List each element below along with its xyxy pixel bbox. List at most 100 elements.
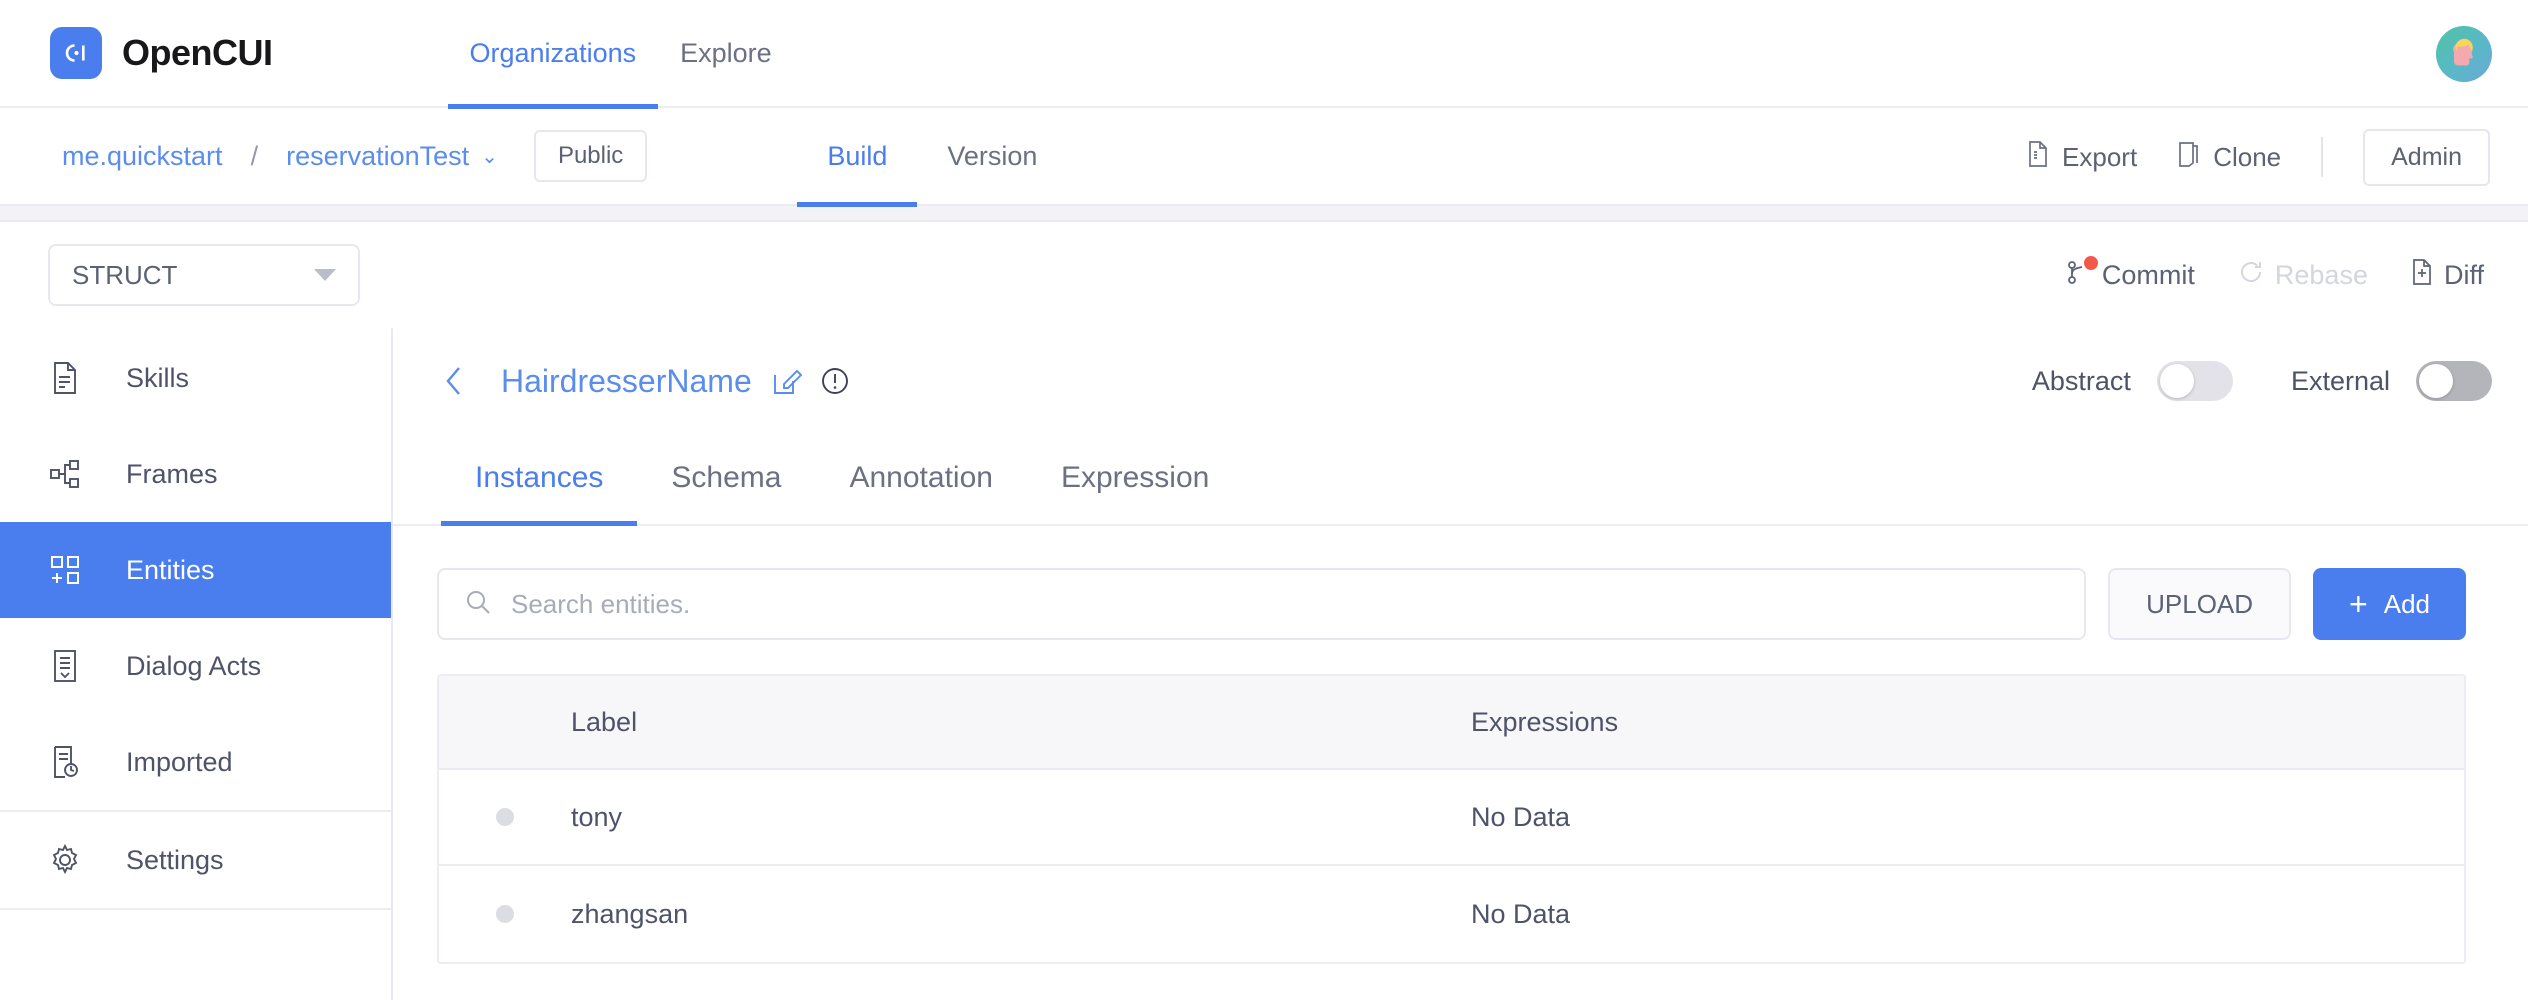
chevron-left-icon[interactable] [441,364,467,398]
sidebar-item-label: Skills [126,363,189,394]
row-expressions: No Data [1471,802,2464,833]
row-expressions: No Data [1471,899,2464,930]
divider [2321,137,2323,177]
tab-explore[interactable]: Explore [658,0,794,107]
brand[interactable]: OpenCUI [50,27,273,79]
commit-button[interactable]: Commit [2066,258,2195,293]
toggle-knob [2419,364,2453,398]
entity-title[interactable]: HairdresserName [501,363,752,400]
table-row[interactable]: tony No Data [439,770,2464,866]
sidebar-item-label: Imported [126,747,233,778]
row-marker [439,808,571,826]
tab-expression[interactable]: Expression [1027,432,1243,524]
entity-subtabs: Instances Schema Annotation Expression [393,434,2528,526]
document-icon [46,359,84,397]
tab-build[interactable]: Build [797,107,917,205]
sidebar-item-dialog-acts[interactable]: Dialog Acts [0,618,391,714]
commit-badge-dot [2084,256,2098,270]
main-body: Skills Frames [0,328,2528,1000]
sidebar-divider [0,908,391,910]
instances-toolbar: UPLOAD + Add [393,526,2528,640]
sidebar-item-settings[interactable]: Settings [0,812,391,908]
tab-instances[interactable]: Instances [441,432,637,524]
plus-icon: + [2349,588,2368,620]
rebase-label: Rebase [2275,260,2368,291]
tab-schema[interactable]: Schema [637,432,815,524]
table-header-row: Label Expressions [439,676,2464,770]
status-dot-icon [496,905,514,923]
row-label: zhangsan [571,899,1471,930]
sitemap-icon [46,455,84,493]
opencui-logo-icon [50,27,102,79]
admin-button[interactable]: Admin [2363,129,2490,186]
table-header-label: Label [571,707,1471,738]
breadcrumb-project-link[interactable]: reservationTest [286,141,469,172]
toggle-abstract-group: Abstract [2032,361,2233,401]
toggle-external-label: External [2291,366,2390,397]
status-dot-icon [496,808,514,826]
grid-plus-icon [46,551,84,589]
clone-label: Clone [2213,142,2281,173]
sidebar-item-skills[interactable]: Skills [0,330,391,426]
sidebar-item-label: Dialog Acts [126,651,261,682]
copy-icon [2177,140,2201,175]
chevron-down-icon [314,269,336,281]
exclamation-circle-icon[interactable] [820,366,850,396]
imported-icon [46,743,84,781]
avatar[interactable] [2436,26,2492,82]
entity-header: HairdresserName Abstract [393,328,2528,434]
toggle-external[interactable] [2416,361,2492,401]
search-input[interactable] [511,589,2058,620]
rebase-button: Rebase [2237,258,2368,293]
tab-organizations[interactable]: Organizations [448,0,659,107]
entity-toggles: Abstract External [1974,328,2492,434]
breadcrumb-bar: me.quickstart / reservationTest ⌄ Public… [0,108,2528,206]
search-box[interactable] [437,568,2086,640]
visibility-badge[interactable]: Public [534,130,647,182]
toggle-abstract[interactable] [2157,361,2233,401]
top-nav-tabs: Organizations Explore [448,0,794,107]
sidebar-item-imported[interactable]: Imported [0,714,391,810]
refresh-icon [2237,258,2265,293]
toggle-knob [2160,364,2194,398]
sidebar-item-label: Frames [126,459,218,490]
add-label: Add [2384,589,2430,620]
brand-name: OpenCUI [122,32,273,74]
section-strip [0,206,2528,222]
app-root: OpenCUI Organizations Explore me.quickst… [0,0,2528,1000]
breadcrumb-org-link[interactable]: me.quickstart [62,141,223,172]
toggle-abstract-label: Abstract [2032,366,2131,397]
project-tabs: Build Version [797,107,1067,205]
struct-select-value: STRUCT [72,260,177,291]
toolbar-actions: Commit Rebase Diff [2024,222,2484,328]
gear-icon [46,841,84,879]
diff-button[interactable]: Diff [2410,258,2484,293]
toggle-external-group: External [2291,361,2492,401]
sidebar-item-frames[interactable]: Frames [0,426,391,522]
file-diff-icon [2410,258,2434,293]
chevron-down-icon[interactable]: ⌄ [481,144,498,169]
upload-button[interactable]: UPLOAD [2108,568,2291,640]
breadcrumb-actions: Export Clone Admin [1986,108,2490,206]
sidebar-item-entities[interactable]: Entities [0,522,391,618]
instances-table: Label Expressions tony No Data zhangsan … [437,674,2466,964]
build-toolbar: STRUCT Commit Re [0,222,2528,328]
struct-select[interactable]: STRUCT [48,244,360,306]
diff-label: Diff [2444,260,2484,291]
dialog-icon [46,647,84,685]
tab-version[interactable]: Version [917,107,1067,205]
tab-annotation[interactable]: Annotation [815,432,1026,524]
search-icon [465,589,491,620]
edit-pencil-icon[interactable] [772,366,802,396]
commit-label: Commit [2102,260,2195,291]
export-button[interactable]: Export [2026,140,2137,175]
clone-button[interactable]: Clone [2177,140,2281,175]
file-export-icon [2026,140,2050,175]
table-row[interactable]: zhangsan No Data [439,866,2464,962]
row-marker [439,905,571,923]
sidebar: Skills Frames [0,328,393,1000]
export-label: Export [2062,142,2137,173]
sidebar-item-label: Entities [126,555,215,586]
add-button[interactable]: + Add [2313,568,2466,640]
top-navigation-bar: OpenCUI Organizations Explore [0,0,2528,108]
